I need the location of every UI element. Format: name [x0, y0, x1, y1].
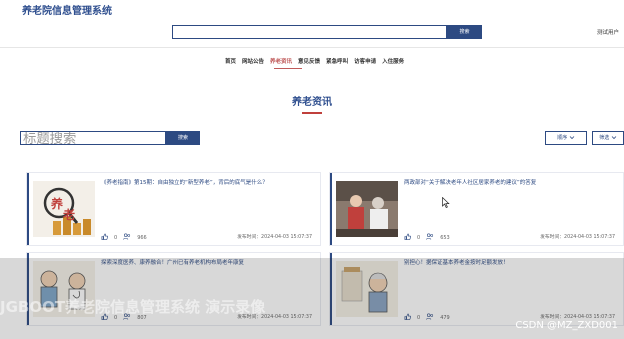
news-title[interactable]: 《养老指南》第15期：自由独立的“新型养老”，背后的底气是什么？	[101, 179, 310, 187]
mouse-cursor-icon	[442, 193, 450, 212]
nav-home[interactable]: 首页	[222, 56, 239, 68]
sort-dropdown[interactable]: 顺序	[545, 131, 587, 145]
filter-dropdown[interactable]: 筛选	[592, 131, 624, 145]
top-search-button[interactable]: 搜索	[447, 25, 482, 39]
video-watermark: JGBOOT养老院信息管理系统 演示录像	[0, 298, 266, 316]
nav-emergency[interactable]: 紧急呼叫	[323, 56, 351, 68]
header-divider	[0, 47, 624, 48]
svg-text:老: 老	[63, 207, 75, 222]
user-name[interactable]: 测试用户	[597, 28, 619, 36]
news-search-input[interactable]	[20, 131, 166, 145]
nav-feedback[interactable]: 意见反馈	[295, 56, 323, 68]
view-count: 966	[137, 234, 147, 241]
views-icon	[123, 233, 131, 242]
news-meta: 0 653	[404, 233, 450, 242]
main-nav: 首页 网站公告 养老资讯 意见反馈 紧急呼叫 访客申请 入住服务	[222, 56, 407, 68]
csdn-watermark: CSDN @MZ_ZXD001	[515, 320, 618, 331]
news-title[interactable]: 两政部对“关于解决老年人社区居家养老的建议”的答复	[404, 179, 613, 187]
like-count: 0	[114, 234, 118, 241]
chevron-down-icon	[611, 136, 617, 140]
views-icon	[426, 233, 434, 242]
nav-notice[interactable]: 网站公告	[239, 56, 267, 68]
nav-news[interactable]: 养老资讯	[267, 56, 295, 68]
news-card[interactable]: 养 老 《养老指南》第15期：自由独立的“新型养老”，背后的底气是什么？ 0 9…	[26, 172, 321, 246]
nav-checkin[interactable]: 入住服务	[379, 56, 407, 68]
elderly-care-photo	[336, 181, 398, 237]
filter-label: 筛选	[599, 135, 610, 141]
news-card[interactable]: 两政部对“关于解决老年人社区居家养老的建议”的答复 0 653 发布时间：202…	[329, 172, 624, 246]
sort-label: 顺序	[557, 135, 568, 141]
publish-date: 发布时间：2024-04-03 15:07:37	[237, 235, 312, 240]
coins-image: 养 老	[33, 181, 95, 237]
news-thumbnail-coins[interactable]: 养 老	[33, 181, 95, 237]
site-title: 养老院信息管理系统	[22, 6, 112, 17]
news-meta: 0 966	[101, 233, 147, 242]
nav-active-underline	[274, 68, 302, 69]
section-title: 养老资讯	[292, 97, 332, 108]
top-search-input[interactable]	[172, 25, 447, 39]
chevron-down-icon	[569, 136, 575, 140]
svg-text:养: 养	[50, 196, 63, 211]
news-thumbnail-photo[interactable]	[336, 181, 398, 237]
news-search-button[interactable]: 搜索	[166, 131, 200, 145]
nav-visitor[interactable]: 访客申请	[351, 56, 379, 68]
view-count: 653	[440, 234, 450, 241]
like-icon[interactable]	[101, 233, 109, 242]
like-count: 0	[417, 234, 421, 241]
publish-date: 发布时间：2024-04-03 15:07:37	[540, 235, 615, 240]
like-icon[interactable]	[404, 233, 412, 242]
section-title-bar	[302, 112, 322, 114]
